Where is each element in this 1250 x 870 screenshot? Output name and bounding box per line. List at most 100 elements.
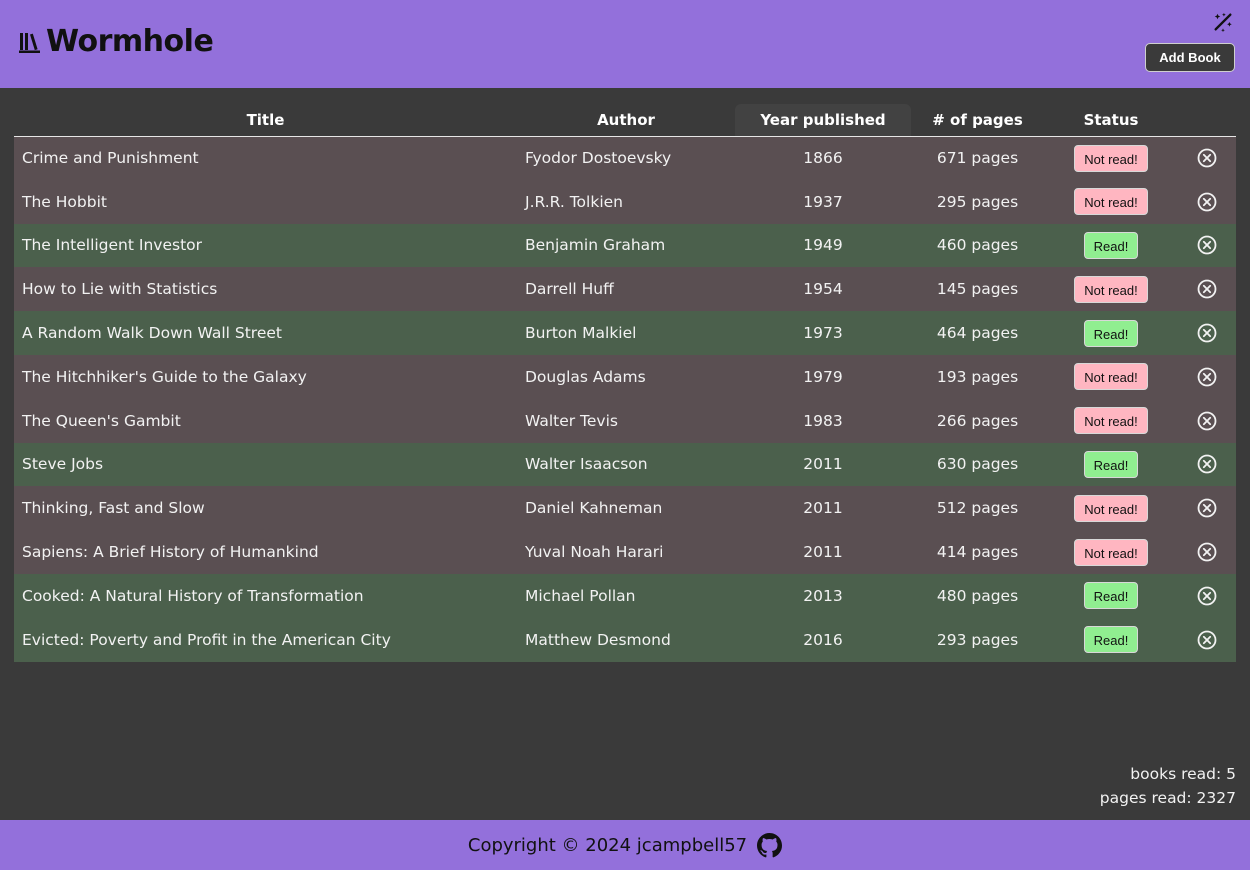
- copyright-text: Copyright © 2024 jcampbell57: [467, 834, 748, 856]
- book-author: Daniel Kahneman: [525, 499, 663, 518]
- delete-cell: [1178, 574, 1236, 618]
- status-toggle-button[interactable]: Not read!: [1074, 144, 1148, 172]
- delete-cell: [1178, 355, 1236, 399]
- book-title: Cooked: A Natural History of Transformat…: [22, 586, 364, 605]
- book-author: Michael Pollan: [525, 586, 636, 605]
- delete-cell: [1178, 136, 1236, 180]
- book-year: 2013: [803, 586, 843, 605]
- book-pages: 480 pages: [936, 586, 1019, 605]
- book-author: Matthew Desmond: [525, 630, 671, 649]
- delete-cell: [1178, 311, 1236, 355]
- delete-book-icon[interactable]: [1197, 148, 1217, 168]
- book-title: The Hobbit: [22, 192, 107, 211]
- table-row: A Random Walk Down Wall Street Burton Mal…: [14, 311, 1236, 355]
- delete-book-icon[interactable]: [1197, 279, 1217, 299]
- delete-book-icon[interactable]: [1197, 630, 1217, 650]
- book-title: The Hitchhiker's Guide to the Galaxy: [22, 367, 307, 386]
- book-year: 2011: [803, 543, 843, 562]
- status-toggle-button[interactable]: Not read!: [1074, 188, 1148, 216]
- delete-book-icon[interactable]: [1197, 235, 1217, 255]
- github-icon[interactable]: [757, 832, 783, 858]
- status-cell: Not read!: [1044, 136, 1178, 180]
- book-year: 2011: [803, 455, 843, 474]
- book-pages: 414 pages: [936, 543, 1019, 562]
- table-row: The Hitchhiker's Guide to the Galaxy Doug…: [14, 354, 1236, 399]
- delete-book-icon[interactable]: [1197, 367, 1217, 387]
- book-pages: 145 pages: [936, 280, 1019, 299]
- delete-book-icon[interactable]: [1197, 323, 1217, 343]
- delete-book-icon[interactable]: [1197, 192, 1217, 212]
- column-header-year[interactable]: Year published: [735, 104, 911, 137]
- status-cell: Read!: [1044, 618, 1178, 662]
- status-toggle-button[interactable]: Read!: [1083, 626, 1139, 654]
- book-pages: 460 pages: [936, 236, 1019, 255]
- book-title: Crime and Punishment: [22, 149, 199, 168]
- status-toggle-button[interactable]: Read!: [1083, 450, 1139, 478]
- books-table: Title Author Year published # of pages S…: [14, 104, 1236, 662]
- theme-toggle-icon[interactable]: [1212, 11, 1234, 33]
- status-cell: Not read!: [1044, 267, 1178, 311]
- status-cell: Read!: [1044, 311, 1178, 355]
- delete-cell: [1178, 180, 1236, 224]
- book-pages: 295 pages: [936, 192, 1019, 211]
- add-book-button[interactable]: Add Book: [1145, 43, 1235, 72]
- book-title: How to Lie with Statistics: [22, 280, 218, 299]
- table-body: Crime and Punishment Fyodor Dostoevsky 186…: [14, 136, 1236, 662]
- table-row: Cooked: A Natural History of Transformat…: [14, 573, 1236, 618]
- status-toggle-button[interactable]: Not read!: [1074, 538, 1148, 566]
- status-toggle-button[interactable]: Read!: [1083, 582, 1139, 610]
- status-cell: Read!: [1044, 224, 1178, 268]
- column-header-pages[interactable]: # of pages: [911, 104, 1044, 137]
- status-toggle-button[interactable]: Not read!: [1074, 407, 1148, 435]
- status-toggle-button[interactable]: Not read!: [1074, 275, 1148, 303]
- status-cell: Not read!: [1044, 486, 1178, 530]
- book-pages: 630 pages: [936, 455, 1019, 474]
- delete-cell: [1178, 486, 1236, 530]
- status-toggle-button[interactable]: Read!: [1083, 319, 1139, 347]
- status-cell: Read!: [1044, 443, 1178, 487]
- column-header-author[interactable]: Author: [517, 104, 735, 137]
- table-row: The Intelligent Investor Benjamin Graham 1…: [14, 223, 1236, 268]
- status-cell: Not read!: [1044, 355, 1178, 399]
- delete-cell: [1178, 267, 1236, 311]
- table-row: The Queen's Gambit Walter Tevis 1983 266 pa…: [14, 398, 1236, 443]
- column-header-actions: [1178, 104, 1236, 137]
- pages-read-count: pages read: 2327: [1099, 789, 1236, 807]
- book-author: Walter Tevis: [525, 411, 618, 430]
- delete-book-icon[interactable]: [1197, 542, 1217, 562]
- status-cell: Not read!: [1044, 399, 1178, 443]
- book-title: The Queen's Gambit: [22, 411, 181, 430]
- table-row: Sapiens: A Brief History of Humankind Yuv…: [14, 530, 1236, 574]
- status-toggle-button[interactable]: Read!: [1083, 231, 1139, 259]
- delete-book-icon[interactable]: [1197, 498, 1217, 518]
- books-read-count: books read: 5: [1130, 765, 1236, 783]
- book-pages: 671 pages: [936, 149, 1019, 168]
- column-header-status[interactable]: Status: [1044, 104, 1178, 137]
- app-header: Wormhole Add Book: [0, 0, 1250, 88]
- delete-cell: [1178, 224, 1236, 268]
- book-pages: 266 pages: [936, 411, 1019, 430]
- book-title: Sapiens: A Brief History of Humankind: [22, 543, 319, 562]
- book-author: Benjamin Graham: [525, 236, 666, 255]
- book-pages: 293 pages: [936, 630, 1019, 649]
- delete-cell: [1178, 618, 1236, 662]
- delete-cell: [1178, 530, 1236, 574]
- column-header-title[interactable]: Title: [14, 104, 517, 137]
- reading-stats: books read: 5 pages read: 2327: [1100, 762, 1236, 810]
- book-title: Thinking, Fast and Slow: [22, 499, 205, 518]
- book-year: 1954: [803, 280, 843, 299]
- status-toggle-button[interactable]: Not read!: [1074, 363, 1148, 391]
- delete-cell: [1178, 399, 1236, 443]
- book-title: Evicted: Poverty and Profit in the Ameri…: [22, 630, 391, 649]
- book-author: Darrell Huff: [525, 280, 614, 299]
- book-year: 1973: [803, 324, 843, 343]
- book-title: Steve Jobs: [22, 455, 104, 474]
- delete-book-icon[interactable]: [1197, 454, 1217, 474]
- table-row: Thinking, Fast and Slow Daniel Kahneman 20…: [14, 486, 1236, 531]
- status-toggle-button[interactable]: Not read!: [1074, 494, 1148, 522]
- delete-book-icon[interactable]: [1197, 411, 1217, 431]
- book-author: Burton Malkiel: [525, 324, 637, 343]
- book-year: 1949: [803, 236, 843, 255]
- delete-book-icon[interactable]: [1197, 586, 1217, 606]
- status-cell: Not read!: [1044, 530, 1178, 574]
